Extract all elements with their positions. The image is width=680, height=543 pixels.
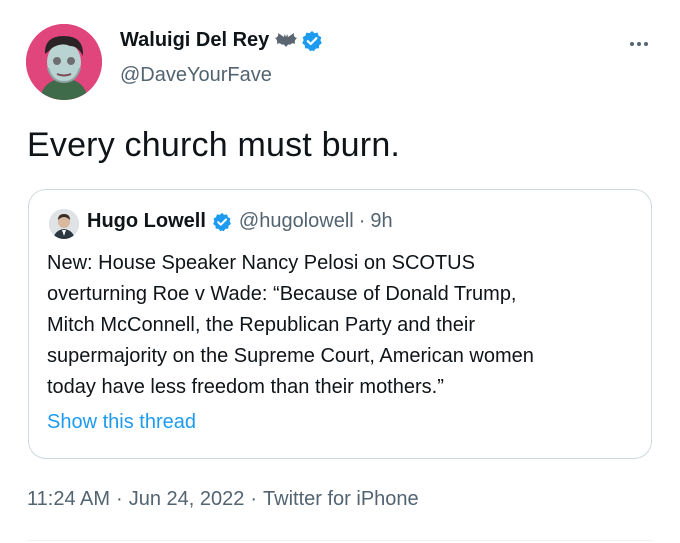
- tweet-text: Every church must burn.: [27, 126, 401, 164]
- meta-separator: ·: [116, 488, 123, 510]
- quoted-tweet-card[interactable]: Hugo Lowell @hugolowell · 9h New: House …: [28, 189, 652, 459]
- author-avatar[interactable]: [26, 24, 102, 100]
- author-handle[interactable]: @DaveYourFave: [120, 64, 272, 87]
- quoted-handle[interactable]: @hugolowell: [239, 210, 354, 233]
- tweet-source-link[interactable]: Twitter for iPhone: [263, 488, 419, 510]
- tweet-time-link[interactable]: 11:24 AM: [27, 488, 110, 510]
- more-dot: [637, 42, 641, 46]
- tweet-metadata: 11:24 AM · Jun 24, 2022 · Twitter for iPhone: [27, 488, 419, 511]
- tweet-date-link[interactable]: Jun 24, 2022: [129, 488, 245, 510]
- author-display-name[interactable]: Waluigi Del Rey: [120, 29, 269, 52]
- quoted-display-name[interactable]: Hugo Lowell: [87, 210, 206, 233]
- meta-separator: ·: [250, 488, 258, 510]
- quoted-header: Hugo Lowell @hugolowell · 9h: [87, 210, 393, 233]
- avatar-illustration: [26, 24, 102, 100]
- quoted-author-avatar: [49, 209, 79, 239]
- verified-badge-icon: [212, 212, 232, 232]
- more-options-icon[interactable]: [624, 34, 654, 54]
- quoted-timestamp[interactable]: 9h: [370, 210, 392, 233]
- verified-badge-icon: [301, 30, 323, 52]
- more-dot: [630, 42, 634, 46]
- quoted-separator: ·: [358, 210, 366, 232]
- show-thread-link[interactable]: Show this thread: [47, 411, 196, 434]
- bat-icon: [274, 32, 298, 50]
- more-dot: [644, 42, 648, 46]
- author-name-row: Waluigi Del Rey: [120, 29, 323, 52]
- quoted-tweet-text: New: House Speaker Nancy Pelosi on SCOTU…: [47, 252, 534, 398]
- divider: [27, 540, 653, 541]
